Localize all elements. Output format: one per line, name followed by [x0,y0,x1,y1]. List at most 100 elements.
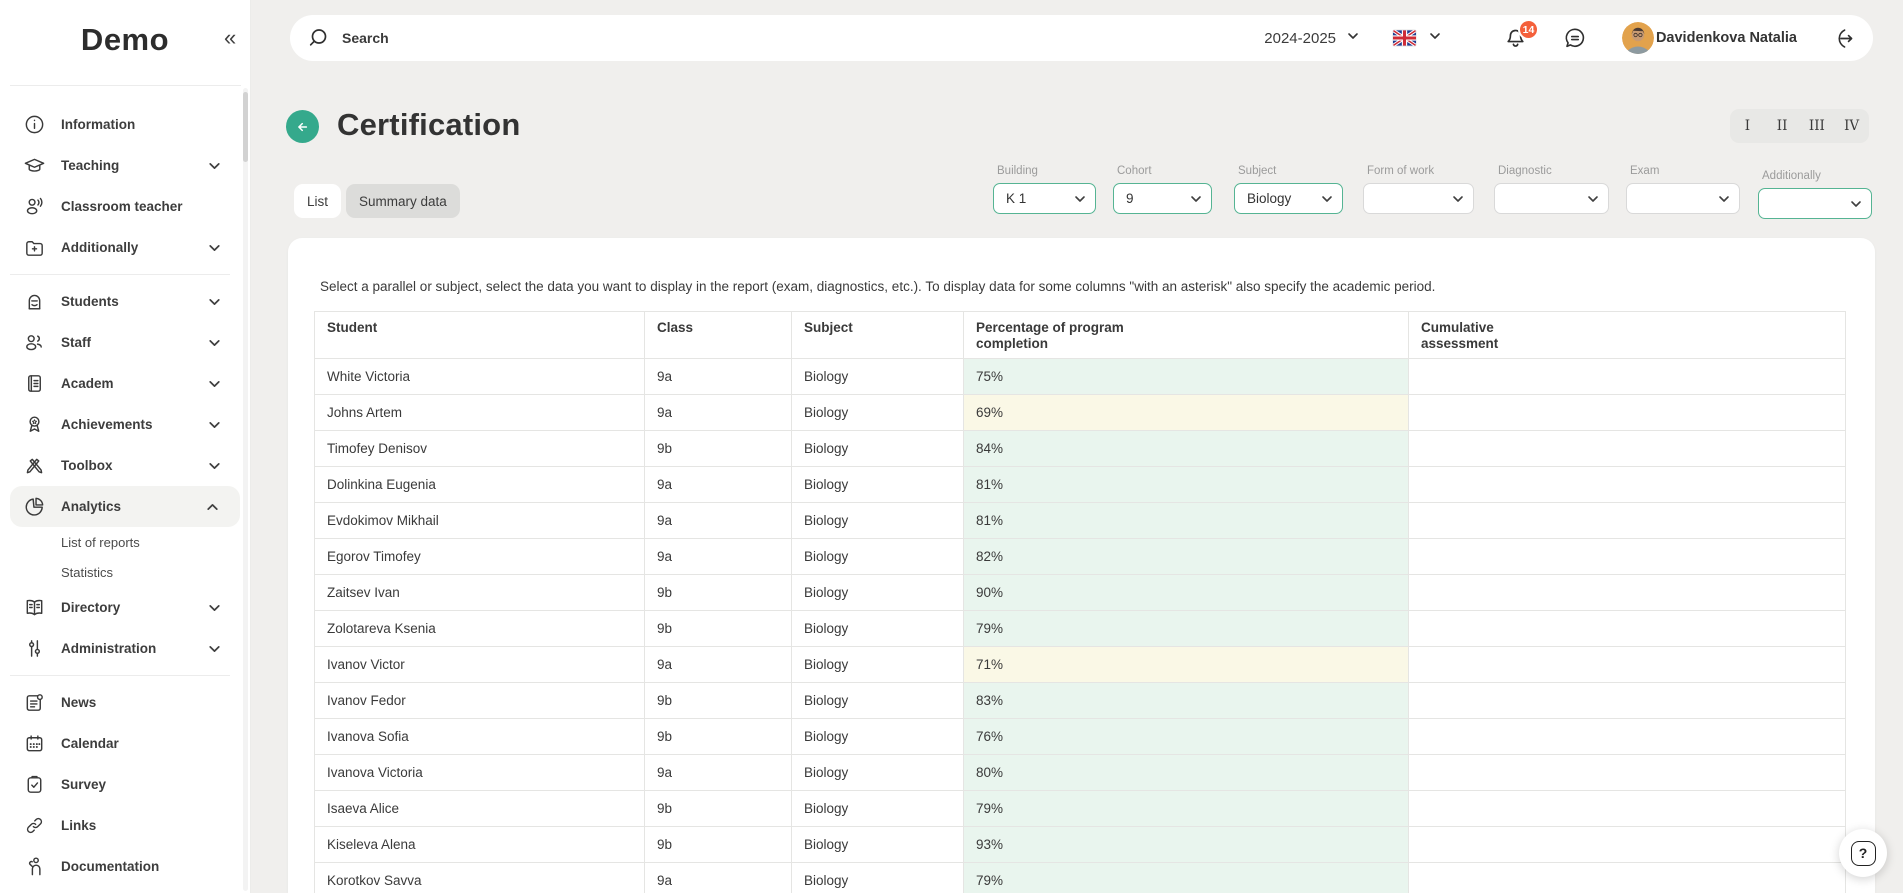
completion-cell: 75% [964,359,1409,395]
table-row: Zolotareva Ksenia9bBiology79% [315,611,1846,647]
logout-button[interactable] [1830,15,1855,61]
student-cell: Dolinkina Eugenia [315,467,645,503]
table-row: Dolinkina Eugenia9aBiology81% [315,467,1846,503]
tab-list[interactable]: List [294,184,341,218]
sidebar-subitem-statistics[interactable]: Statistics [0,557,242,587]
student-cell: Ivanov Fedor [315,683,645,719]
class-cell: 9b [645,683,792,719]
user-name[interactable]: Davidenkova Natalia [1656,15,1797,61]
help-button[interactable]: ? [1839,829,1887,877]
sidebar-item-documentation[interactable]: Documentation [0,846,242,887]
class-cell: 9a [645,647,792,683]
chevron-up-icon [205,499,220,514]
sidebar-item-classroom-teacher[interactable]: Classroom teacher [0,186,242,227]
student-cell: Kiseleva Alena [315,827,645,863]
academic-year-select[interactable]: 2024-2025 [1264,15,1360,61]
sidebar-item-label: Teaching [61,158,119,173]
language-select[interactable] [1393,15,1442,61]
clipboard-check-icon [22,773,46,797]
table-row: Zaitsev Ivan9bBiology90% [315,575,1846,611]
sidebar-item-label: Analytics [61,499,121,514]
sidebar-divider [10,85,241,86]
sidebar-item-links[interactable]: Links [0,805,242,846]
subject-cell: Biology [792,503,964,539]
sidebar-item-label: News [61,695,96,710]
link-icon [22,814,46,838]
cumulative-cell [1409,863,1846,893]
people-icon [22,331,46,355]
sidebar-item-toolbox[interactable]: Toolbox [0,445,242,486]
cumulative-cell [1409,755,1846,791]
sidebar-subitem-list-of-reports[interactable]: List of reports [0,527,242,557]
sidebar-item-calendar[interactable]: Calendar [0,723,242,764]
subject-cell: Biology [792,755,964,791]
sidebar-item-directory[interactable]: Directory [0,587,242,628]
sidebar-item-academ[interactable]: Academ [0,363,242,404]
subject-cell: Biology [792,395,964,431]
class-cell: 9b [645,719,792,755]
column-header-percentage-of-program: Percentage of program completion [964,312,1409,359]
filter-form-of-work-select[interactable] [1363,183,1474,214]
sidebar-scrollbar[interactable] [243,88,248,891]
filter-subject-select[interactable]: Biology [1234,183,1343,214]
sidebar-item-administration[interactable]: Administration [0,628,242,669]
class-cell: 9a [645,359,792,395]
student-cell: Evdokimov Mikhail [315,503,645,539]
student-cell: Zaitsev Ivan [315,575,645,611]
search-icon [306,26,330,50]
filter-additionally-select[interactable] [1758,188,1872,219]
filter-exam-select[interactable] [1626,183,1740,214]
sidebar-item-information[interactable]: Information [0,104,242,145]
messages-button[interactable] [1562,15,1588,61]
chevron-down-icon [207,641,222,656]
subject-cell: Biology [792,359,964,395]
sidebar-item-staff[interactable]: Staff [0,322,242,363]
tab-summary-data[interactable]: Summary data [346,184,460,218]
avatar[interactable] [1622,22,1654,54]
table-row: Ivanov Fedor9bBiology83% [315,683,1846,719]
student-cell: Timofey Denisov [315,431,645,467]
sidebar-item-additionally[interactable]: Additionally [0,227,242,268]
sidebar-item-analytics[interactable]: Analytics [10,486,240,527]
sidebar-item-label: Administration [61,641,156,656]
cumulative-cell [1409,611,1846,647]
chevron-down-icon [1586,192,1600,206]
class-cell: 9a [645,503,792,539]
student-cell: Zolotareva Ksenia [315,611,645,647]
cumulative-cell [1409,575,1846,611]
class-cell: 9b [645,611,792,647]
topbar: 2024-2025 14 Davidenkova Natalia [290,15,1873,61]
cumulative-cell [1409,395,1846,431]
completion-cell: 93% [964,827,1409,863]
pencils-icon [22,454,46,478]
chevron-down-icon [207,376,222,391]
filter-cohort-select[interactable]: 9 [1113,183,1212,214]
arrow-left-icon [294,118,312,136]
sidebar-item-students[interactable]: Students [0,281,242,322]
search-input[interactable] [342,15,642,61]
sidebar-item-news[interactable]: News [0,682,242,723]
filter-form-of-work: Form of work [1363,183,1474,214]
class-cell: 9a [645,395,792,431]
sidebar-scrollbar-thumb[interactable] [243,92,248,162]
sidebar-item-survey[interactable]: Survey [0,764,242,805]
filter-building-select[interactable]: K 1 [993,183,1096,214]
table-row: Ivanova Victoria9aBiology80% [315,755,1846,791]
completion-cell: 80% [964,755,1409,791]
sidebar-collapse-button[interactable]: « [224,27,236,49]
filter-diagnostic-select[interactable] [1494,183,1609,214]
subject-cell: Biology [792,611,964,647]
info-icon [22,113,46,137]
chevron-down-icon [1451,192,1465,206]
quarter-button-iii[interactable]: III [1800,109,1835,143]
filter-value: 9 [1126,191,1134,206]
sidebar-item-teaching[interactable]: Teaching [0,145,242,186]
quarter-button-i[interactable]: I [1730,109,1765,143]
quarter-button-iv[interactable]: IV [1834,109,1869,143]
table-row: Johns Artem9aBiology69% [315,395,1846,431]
table-row: Kiseleva Alena9bBiology93% [315,827,1846,863]
back-button[interactable] [286,110,319,143]
sidebar-item-label: Calendar [61,736,119,751]
quarter-button-ii[interactable]: II [1765,109,1800,143]
sidebar-item-achievements[interactable]: Achievements [0,404,242,445]
